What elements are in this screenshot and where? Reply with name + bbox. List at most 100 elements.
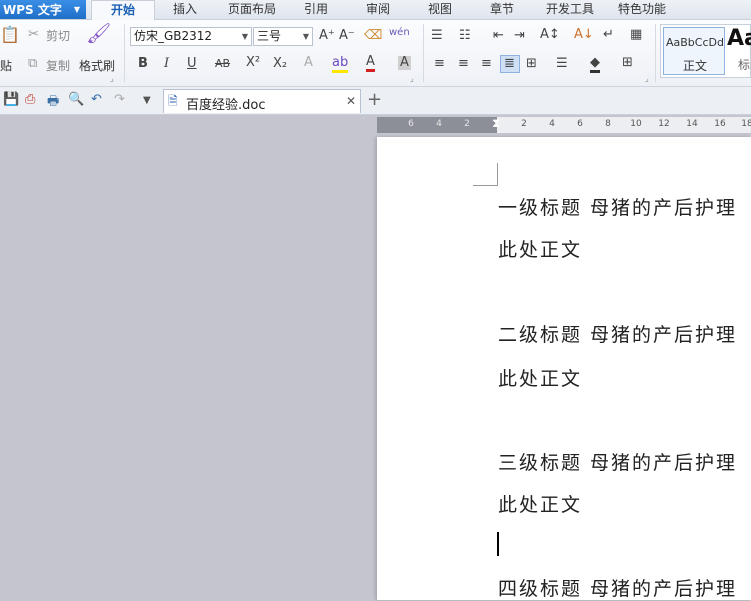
chevron-down-icon: ▼ xyxy=(241,32,248,41)
copy-button[interactable]: 复制 xyxy=(46,57,70,74)
quick-access-bar: 💾 ⎙ 🖶 🔍 ↶ ↷ ▼ 🗎 百度经验.doc ✕ + xyxy=(0,87,751,115)
app-menu-button[interactable]: WPS 文字 ▼ xyxy=(0,0,86,19)
ruler-tick: 16 xyxy=(714,119,726,129)
font-name-combo[interactable]: 仿宋_GB2312 ▼ xyxy=(130,27,252,46)
tab-review[interactable]: 审阅 xyxy=(358,0,398,19)
heading-level-2[interactable]: 二级标题 母猪的产后护理 xyxy=(498,320,737,347)
customize-dropdown-icon[interactable]: ▼ xyxy=(143,95,151,106)
highlight-icon[interactable]: ab xyxy=(332,56,349,73)
heading-level-3[interactable]: 三级标题 母猪的产后护理 xyxy=(498,448,737,475)
align-center-icon[interactable]: ≡ xyxy=(458,57,469,71)
undo-icon[interactable]: ↶ xyxy=(91,92,102,107)
print-preview-icon[interactable]: 🔍 xyxy=(68,92,84,107)
margin-corner-mark xyxy=(473,163,498,186)
underline-icon[interactable]: U xyxy=(187,57,197,71)
text-effect-icon[interactable]: A xyxy=(304,56,313,70)
paste-button[interactable]: 贴 xyxy=(0,57,12,74)
chevron-down-icon: ▼ xyxy=(302,32,309,41)
bold-icon[interactable]: B xyxy=(138,57,148,71)
ruler-tick: 4 xyxy=(549,119,555,129)
body-paragraph[interactable]: 此处正文 xyxy=(498,364,582,391)
tab-home[interactable]: 开始 xyxy=(91,0,155,20)
increase-indent-icon[interactable]: ⇥ xyxy=(514,29,525,43)
ruler-tick: 2 xyxy=(464,119,470,129)
align-left-icon[interactable]: ≡ xyxy=(434,57,445,71)
subscript-icon[interactable]: X₂ xyxy=(273,57,287,71)
shrink-font-icon[interactable]: A⁻ xyxy=(339,29,355,43)
font-color-icon[interactable]: A xyxy=(366,55,375,72)
scissors-icon: ✂ xyxy=(28,27,39,42)
ruler-tick: 12 xyxy=(658,119,670,129)
close-icon[interactable]: ✕ xyxy=(346,94,356,108)
change-case-icon[interactable]: A↕ xyxy=(540,28,560,42)
body-paragraph[interactable]: 此处正文 xyxy=(498,490,582,517)
line-spacing-icon[interactable]: ☰ xyxy=(556,57,568,71)
redo-icon[interactable]: ↷ xyxy=(114,92,125,107)
ruler-tick: 10 xyxy=(630,119,642,129)
indent-marker-icon[interactable]: ⧗ xyxy=(492,116,500,130)
chevron-down-icon: ▼ xyxy=(73,5,80,14)
borders-icon[interactable]: ⊞ xyxy=(622,56,633,70)
body-paragraph[interactable]: 此处正文 xyxy=(498,235,582,262)
divider xyxy=(655,24,656,82)
style-normal-card[interactable]: AaBbCcDd 正文 xyxy=(663,27,725,75)
font-name-value: 仿宋_GB2312 xyxy=(134,29,213,43)
sort-icon[interactable]: A↓ xyxy=(574,28,594,42)
dialog-launcher-icon[interactable]: ⌟ xyxy=(110,72,114,86)
menu-bar: WPS 文字 ▼ 开始 插入 页面布局 引用 审阅 视图 章节 开发工具 特色功… xyxy=(0,0,751,20)
tab-page-layout[interactable]: 页面布局 xyxy=(220,0,284,19)
paragraph-shading-icon[interactable]: ◆ xyxy=(590,56,600,73)
dialog-launcher-icon[interactable]: ⌟ xyxy=(645,72,649,86)
horizontal-ruler[interactable]: 6 4 2 ⧗ 2 4 6 8 10 12 14 16 18 xyxy=(377,116,751,133)
align-right-icon[interactable]: ≡ xyxy=(481,57,492,71)
text-cursor xyxy=(497,532,499,556)
align-justify-icon: ≣ xyxy=(504,56,515,71)
ribbon-toolbar: 📋 贴 ✂ 剪切 ⧉ 复制 🖌 格式刷 ⌟ 仿宋_GB2312 ▼ 三号 ▼ A… xyxy=(0,20,751,87)
ruler-tick: 4 xyxy=(436,119,442,129)
style-heading-preview[interactable]: Aa xyxy=(727,26,751,51)
grow-font-icon[interactable]: A⁺ xyxy=(319,29,335,43)
show-marks-icon[interactable]: ↵ xyxy=(603,28,614,42)
document-tab-title: 百度经验.doc xyxy=(186,98,266,113)
table-icon[interactable]: ▦ xyxy=(630,28,642,42)
tab-developer-tools[interactable]: 开发工具 xyxy=(538,0,602,19)
print-icon[interactable]: 🖶 xyxy=(47,92,59,114)
clear-format-icon[interactable]: ⌫ xyxy=(364,29,382,43)
save-icon[interactable]: 💾 xyxy=(3,92,19,107)
format-painter-icon[interactable]: 🖌 xyxy=(86,23,111,43)
document-icon: 🗎 xyxy=(168,94,178,108)
ruler-tick: 14 xyxy=(686,119,698,129)
italic-icon[interactable]: I xyxy=(164,57,169,71)
tab-view[interactable]: 视图 xyxy=(420,0,460,19)
paste-icon[interactable]: 📋 xyxy=(0,27,20,43)
bullet-list-icon[interactable]: ☰ xyxy=(431,29,443,43)
new-tab-plus-icon[interactable]: + xyxy=(367,89,382,110)
tab-special-features[interactable]: 特色功能 xyxy=(610,0,674,19)
style-normal-preview: AaBbCcDd xyxy=(666,36,724,49)
heading-level-4[interactable]: 四级标题 母猪的产后护理 xyxy=(498,574,737,601)
phonetic-guide-icon[interactable]: wén xyxy=(389,26,410,40)
ruler-tick: 2 xyxy=(521,119,527,129)
document-tab[interactable]: 🗎 百度经验.doc ✕ xyxy=(163,89,361,113)
divider xyxy=(124,24,125,82)
decrease-indent-icon[interactable]: ⇤ xyxy=(493,29,504,43)
char-shading-icon[interactable]: A xyxy=(398,56,411,70)
app-name: WPS 文字 xyxy=(3,3,62,17)
cut-button[interactable]: 剪切 xyxy=(46,27,70,44)
tab-references[interactable]: 引用 xyxy=(296,0,336,19)
document-page[interactable]: 一级标题 母猪的产后护理 此处正文 二级标题 母猪的产后护理 此处正文 三级标题… xyxy=(377,137,751,600)
tab-insert[interactable]: 插入 xyxy=(160,0,210,19)
distribute-icon[interactable]: ⊞ xyxy=(526,57,537,71)
strikethrough-icon[interactable]: AB xyxy=(215,57,230,71)
styles-gallery: AaBbCcDd 正文 Aa 标 xyxy=(660,24,751,78)
font-size-value: 三号 xyxy=(257,29,282,43)
tab-chapter[interactable]: 章节 xyxy=(482,0,522,19)
font-size-combo[interactable]: 三号 ▼ xyxy=(253,27,313,46)
heading-level-1[interactable]: 一级标题 母猪的产后护理 xyxy=(498,193,737,220)
style-heading-name: 标 xyxy=(738,58,751,72)
superscript-icon[interactable]: X² xyxy=(246,56,260,70)
style-normal-name: 正文 xyxy=(683,59,708,73)
dialog-launcher-icon[interactable]: ⌟ xyxy=(410,72,414,86)
export-pdf-icon[interactable]: ⎙ xyxy=(25,92,35,107)
numbered-list-icon[interactable]: ☷ xyxy=(459,29,471,43)
